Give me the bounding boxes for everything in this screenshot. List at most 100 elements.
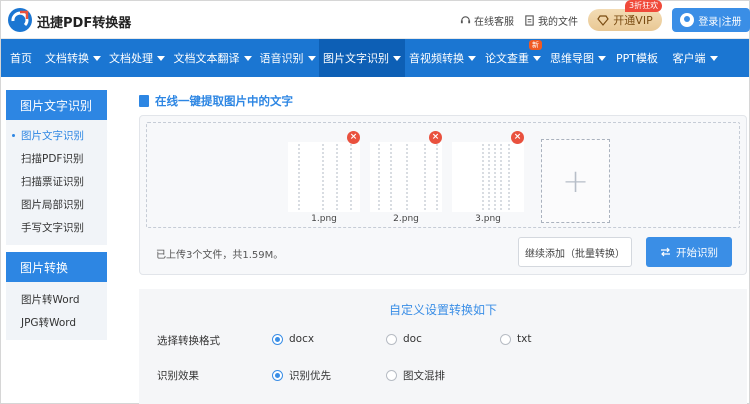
nav-home[interactable]: 首页	[1, 39, 41, 77]
effect-option-label: 识别优先	[289, 370, 331, 382]
radio-checked-icon	[272, 370, 283, 381]
start-recognition-button[interactable]: 开始识别	[646, 237, 732, 267]
sidebar-item-image-ocr[interactable]: 图片文字识别	[6, 124, 107, 147]
online-service-link[interactable]: 在线客服	[460, 13, 514, 28]
brand-name[interactable]: 迅捷PDF转换器	[37, 12, 131, 31]
settings-panel: 自定义设置转换如下 选择转换格式 docx doc txt 识别效果 识别优先 …	[139, 289, 747, 404]
delete-file-icon[interactable]: ×	[429, 131, 442, 144]
top-header: 迅捷PDF转换器 在线客服 我的文件 开通VIP 3折狂欢 登录|注册	[1, 0, 750, 39]
add-file-button[interactable]: +	[541, 139, 610, 223]
page-title: 在线一键提取图片中的文字	[139, 93, 293, 109]
nav-label: 思维导图	[550, 52, 594, 65]
nav-mind-map[interactable]: 思维导图	[546, 39, 610, 77]
sidebar: 图片文字识别 图片文字识别 扫描PDF识别 扫描票证识别 图片局部识别 手写文字…	[6, 90, 107, 340]
main-nav: 首页 文档转换 文档处理 文档文本翻译 语音识别 图片文字识别 音视频转换 论文…	[1, 39, 749, 77]
file-thumbnail[interactable]	[370, 142, 442, 212]
file-icon	[525, 15, 534, 26]
plus-icon: +	[562, 162, 589, 200]
nav-label: 文档转换	[45, 52, 89, 65]
nav-label: PPT模板	[616, 52, 658, 65]
caret-down-icon	[243, 55, 252, 61]
caret-down-icon	[307, 55, 316, 61]
caret-down-icon	[598, 55, 606, 61]
caret-down-icon	[93, 55, 101, 61]
file-name: 3.png	[475, 214, 501, 224]
user-avatar-icon	[680, 13, 695, 27]
document-icon	[139, 95, 149, 107]
nav-label: 文档文本翻译	[173, 52, 240, 65]
login-register-button[interactable]: 登录|注册	[672, 8, 750, 32]
upload-summary: 已上传3个文件，共1.59M。	[156, 250, 284, 261]
sidebar-section-ocr-list: 图片文字识别 扫描PDF识别 扫描票证识别 图片局部识别 手写文字识别	[6, 120, 107, 245]
effect-option-recognition-first[interactable]: 识别优先	[272, 368, 331, 383]
format-option-txt[interactable]: txt	[500, 333, 531, 345]
radio-checked-icon	[272, 333, 283, 345]
upload-drop-zone[interactable]: × 1.png × 2.png × 3.png +	[146, 122, 740, 228]
nav-label: 音视频转换	[409, 52, 464, 65]
nav-client[interactable]: 客户端	[664, 39, 726, 77]
nav-paper-check[interactable]: 论文查重新	[480, 39, 546, 77]
login-register-label: 登录|注册	[698, 16, 742, 28]
radio-unchecked-icon	[386, 333, 397, 345]
sidebar-item-scan-ticket[interactable]: 扫描票证识别	[6, 170, 107, 193]
radio-unchecked-icon	[500, 333, 511, 345]
file-name: 1.png	[311, 214, 337, 224]
my-files-label: 我的文件	[538, 17, 578, 28]
caret-down-icon	[709, 55, 718, 61]
sidebar-item-handwriting[interactable]: 手写文字识别	[6, 216, 107, 239]
vip-promo-badge: 3折狂欢	[625, 0, 663, 12]
format-option-label: txt	[517, 333, 532, 345]
file-thumbnail[interactable]	[288, 142, 360, 212]
nav-speech-recognition[interactable]: 语音识别	[256, 39, 319, 77]
nav-label: 文档处理	[109, 52, 153, 65]
nav-ppt-template[interactable]: PPT模板	[610, 39, 664, 77]
nav-label: 首页	[10, 52, 32, 65]
sidebar-item-image-to-word[interactable]: 图片转Word	[6, 288, 107, 311]
new-badge: 新	[529, 40, 542, 50]
caret-down-icon	[157, 55, 165, 61]
settings-title: 自定义设置转换如下	[388, 303, 497, 317]
format-option-docx[interactable]: docx	[272, 333, 314, 345]
online-service-label: 在线客服	[474, 17, 514, 28]
sidebar-section-ocr-title: 图片文字识别	[6, 90, 107, 120]
caret-down-icon	[393, 55, 401, 61]
file-thumbnail[interactable]	[452, 142, 524, 212]
nav-label: 客户端	[672, 52, 706, 65]
nav-doc-convert[interactable]: 文档转换	[41, 39, 105, 77]
effect-option-label: 图文混排	[403, 370, 445, 382]
nav-label: 语音识别	[259, 52, 304, 65]
page-title-text: 在线一键提取图片中的文字	[155, 94, 293, 108]
caret-down-icon	[468, 55, 476, 61]
delete-file-icon[interactable]: ×	[511, 131, 524, 144]
diamond-icon	[597, 14, 610, 26]
sidebar-section-convert-title: 图片转换	[6, 252, 107, 282]
nav-image-ocr[interactable]: 图片文字识别	[319, 39, 405, 77]
nav-doc-translate[interactable]: 文档文本翻译	[169, 39, 256, 77]
upload-panel: × 1.png × 2.png × 3.png + 已上传3个文件，共1.59M…	[139, 115, 747, 275]
caret-down-icon	[533, 55, 541, 61]
nav-doc-process[interactable]: 文档处理	[105, 39, 169, 77]
my-files-link[interactable]: 我的文件	[524, 13, 578, 28]
delete-file-icon[interactable]: ×	[347, 131, 360, 144]
format-option-doc[interactable]: doc	[386, 333, 422, 345]
vip-label: 开通VIP	[613, 14, 653, 27]
continue-add-button[interactable]: 继续添加（批量转换）	[518, 237, 632, 267]
start-recognition-label: 开始识别	[676, 246, 718, 259]
effect-option-mixed-layout[interactable]: 图文混排	[386, 368, 445, 383]
file-name: 2.png	[393, 214, 419, 224]
nav-label: 图片文字识别	[323, 52, 389, 65]
format-option-label: docx	[289, 333, 315, 345]
nav-av-convert[interactable]: 音视频转换	[405, 39, 480, 77]
format-option-label: doc	[403, 333, 422, 345]
sidebar-item-jpg-to-word[interactable]: JPG转Word	[6, 311, 107, 334]
effect-label: 识别效果	[157, 370, 199, 382]
format-label: 选择转换格式	[157, 335, 220, 347]
sidebar-item-scan-pdf[interactable]: 扫描PDF识别	[6, 147, 107, 170]
sidebar-item-partial-ocr[interactable]: 图片局部识别	[6, 193, 107, 216]
swap-arrows-icon	[661, 247, 670, 257]
radio-unchecked-icon	[386, 370, 397, 381]
sidebar-section-convert-list: 图片转Word JPG转Word	[6, 282, 107, 340]
headset-icon	[460, 16, 471, 24]
vip-button[interactable]: 开通VIP	[588, 9, 662, 31]
app-logo-icon[interactable]	[7, 7, 33, 33]
